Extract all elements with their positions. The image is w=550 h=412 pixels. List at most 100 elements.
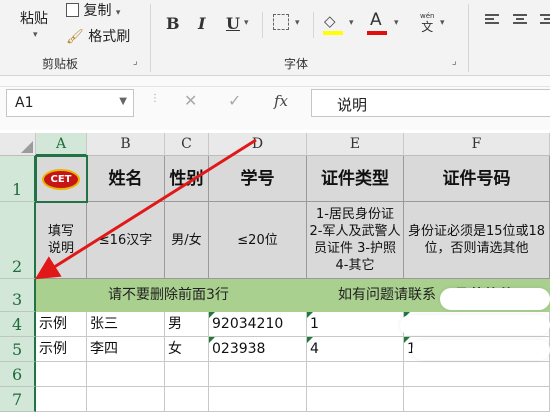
cell-d1[interactable]: 学号 [209, 156, 307, 202]
copy-icon [66, 3, 79, 17]
row-header-6[interactable]: 6 [0, 362, 36, 387]
cell-value: 92034210 [212, 316, 284, 332]
align-left-icon[interactable] [485, 14, 499, 24]
cell-e4[interactable]: 1 [307, 312, 404, 337]
cell-c1[interactable]: 性别 [165, 156, 209, 202]
formula-buttons: ✕ ✓ fx [170, 89, 306, 115]
fill-color-dropdown-icon[interactable]: ▾ [349, 18, 354, 28]
bold-button[interactable]: B [166, 14, 180, 33]
error-indicator-icon [209, 312, 215, 318]
group-divider [313, 12, 314, 38]
cell-e6[interactable] [307, 362, 404, 387]
formula-input[interactable]: 说明 [311, 89, 550, 117]
column-header-b[interactable]: B [87, 133, 165, 156]
row-header-5[interactable]: 5 [0, 337, 36, 362]
font-group-label: 字体 [284, 57, 309, 71]
column-header-e[interactable]: E [307, 133, 404, 156]
cell-c4[interactable]: 男 [165, 312, 209, 337]
format-painter-label: 格式刷 [88, 29, 131, 45]
font-color-icon[interactable]: A [370, 10, 382, 30]
paste-dropdown-icon[interactable]: ▾ [33, 30, 38, 40]
row-number: 2 [12, 257, 23, 276]
row-header-2[interactable]: 2 [0, 202, 36, 279]
format-painter-button[interactable]: 🖌 格式刷 [66, 26, 130, 46]
notice-left: 请不要删除前面3行 [108, 287, 229, 303]
borders-icon[interactable] [273, 14, 289, 30]
cell-b1[interactable]: 姓名 [87, 156, 165, 202]
phonetic-char: 文 [421, 20, 434, 34]
cell-f6[interactable] [404, 362, 550, 387]
cancel-icon[interactable]: ✕ [184, 91, 197, 110]
row-header-4[interactable]: 4 [0, 312, 36, 337]
cell-b5[interactable]: 李四 [87, 337, 165, 362]
row-number: 3 [12, 290, 23, 309]
error-indicator-icon [307, 337, 313, 343]
group-divider [468, 4, 469, 72]
cell-d2[interactable]: ≤20位 [209, 202, 307, 279]
align-center-icon[interactable] [513, 14, 527, 24]
desc-text: 1-居民身份证 2-军人及武警人员证件 3-护照 4-其它 [309, 207, 401, 273]
paste-button[interactable]: 粘贴 [20, 8, 48, 28]
column-header-d[interactable]: D [209, 133, 307, 156]
font-launcher-icon[interactable]: ⌟ [452, 56, 457, 67]
copy-button[interactable]: 复制 ▾ [66, 0, 120, 20]
column-header-f[interactable]: F [404, 133, 550, 156]
clipboard-launcher-icon[interactable]: ⌟ [133, 56, 138, 67]
column-header-a[interactable]: A [36, 133, 87, 156]
cell-f2[interactable]: 身份证必须是15位或18位，否则请选其他 [404, 202, 550, 279]
cell-d5[interactable]: 023938 [209, 337, 307, 362]
cell-a2[interactable]: 填写说明 [36, 202, 87, 279]
cell-f1[interactable]: 证件号码 [404, 156, 550, 202]
group-divider [150, 4, 151, 72]
align-right-icon[interactable] [540, 14, 550, 24]
paste-label: 粘贴 [20, 11, 48, 27]
column-header-c[interactable]: C [165, 133, 209, 156]
desc-text: 身份证必须是15位或18位，否则请选其他 [407, 224, 546, 256]
phonetic-button[interactable]: wén 文 [420, 12, 434, 34]
name-box-value: A1 [15, 95, 34, 111]
borders-dropdown-icon[interactable]: ▾ [295, 18, 300, 28]
cell-b2[interactable]: ≤16汉字 [87, 202, 165, 279]
cell-value: 4 [310, 341, 319, 357]
cell-c6[interactable] [165, 362, 209, 387]
cell-d4[interactable]: 92034210 [209, 312, 307, 337]
formula-value: 说明 [337, 96, 368, 114]
italic-button[interactable]: I [198, 14, 205, 33]
cell-a4[interactable]: 示例 [36, 312, 87, 337]
cell-a6[interactable] [36, 362, 87, 387]
name-box[interactable]: A1 ▼ [6, 89, 134, 117]
copy-label: 复制 [83, 3, 112, 19]
cell-value: 023938 [212, 341, 266, 357]
enter-icon[interactable]: ✓ [228, 91, 241, 110]
underline-dropdown-icon[interactable]: ▾ [244, 18, 249, 28]
cell-b4[interactable]: 张三 [87, 312, 165, 337]
fill-color-bar [323, 31, 343, 35]
cell-a5[interactable]: 示例 [36, 337, 87, 362]
cell-c5[interactable]: 女 [165, 337, 209, 362]
ribbon: 粘贴 ▾ 复制 ▾ 🖌 格式刷 剪贴板 ⌟ B I U ▾ ▾ ◇ ▾ A ▾ … [0, 0, 550, 76]
cell-d6[interactable] [209, 362, 307, 387]
redaction-mark [412, 340, 550, 360]
cell-e1[interactable]: 证件类型 [307, 156, 404, 202]
desc-text: 男/女 [171, 232, 202, 248]
formula-bar-grip-icon[interactable]: ⋮ [150, 94, 160, 104]
underline-button[interactable]: U [226, 14, 240, 33]
insert-function-icon[interactable]: fx [274, 92, 288, 110]
cell-c2[interactable]: 男/女 [165, 202, 209, 279]
cell-e5[interactable]: 4 [307, 337, 404, 362]
row-number: 6 [12, 365, 23, 384]
font-color-dropdown-icon[interactable]: ▾ [394, 18, 399, 28]
cell-e2[interactable]: 1-居民身份证 2-军人及武警人员证件 3-护照 4-其它 [307, 202, 404, 279]
group-divider [262, 12, 263, 38]
redaction-mark [400, 315, 550, 335]
row-header-1[interactable]: 1 [0, 156, 36, 202]
chevron-down-icon[interactable]: ▼ [119, 96, 127, 107]
select-all-corner[interactable] [0, 133, 36, 156]
cell-b6[interactable] [87, 362, 165, 387]
row-number: 1 [12, 180, 23, 199]
phonetic-dropdown-icon[interactable]: ▾ [440, 18, 445, 28]
row-header-3[interactable]: 3 [0, 279, 36, 312]
fill-color-icon[interactable]: ◇ [324, 12, 336, 30]
error-indicator-icon [404, 337, 410, 343]
brush-icon: 🖌 [66, 29, 84, 45]
